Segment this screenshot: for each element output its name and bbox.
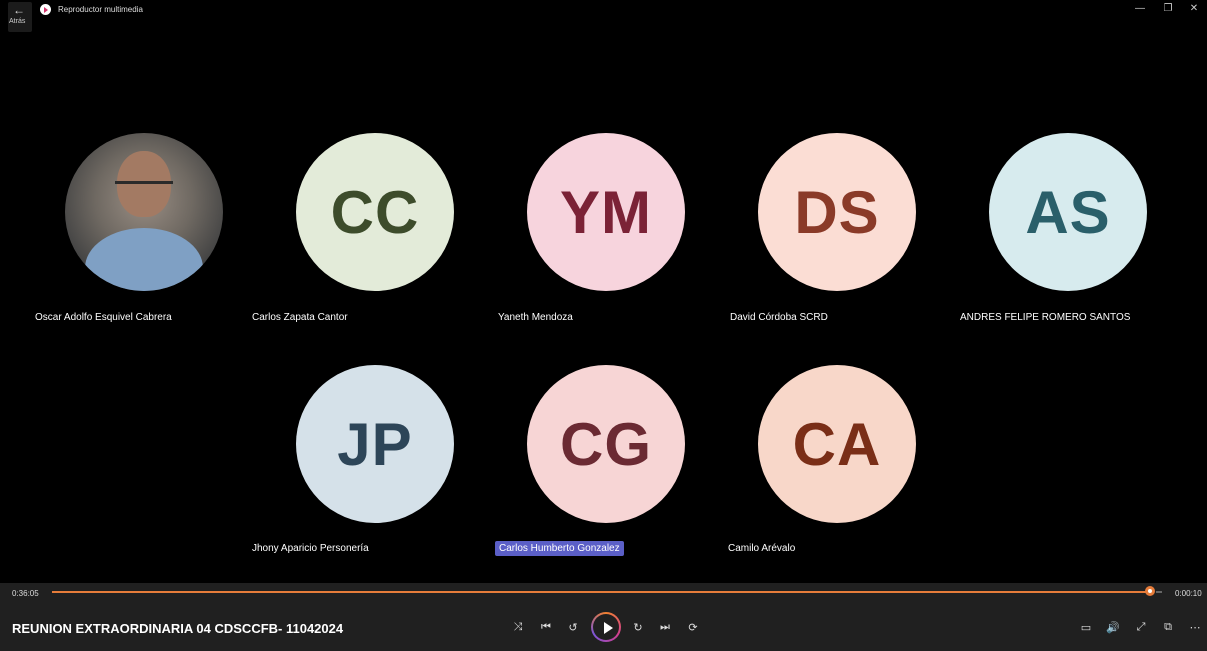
forward-icon[interactable]: ↻ (631, 621, 645, 634)
participant-avatar: JP (296, 365, 454, 523)
miniplayer-icon[interactable]: ⧉ (1161, 621, 1175, 634)
participant-tile: DS David Córdoba SCRD (713, 133, 945, 363)
participant-name: Camilo Arévalo (728, 543, 796, 554)
remaining-time: 0:00:10 (1175, 589, 1202, 598)
restore-button[interactable]: ❐ (1161, 3, 1175, 14)
participant-name: ANDRES FELIPE ROMERO SANTOS (960, 312, 1131, 323)
participant-tile: AS ANDRES FELIPE ROMERO SANTOS (944, 133, 1176, 363)
rewind-icon[interactable]: ↺ (566, 621, 580, 634)
play-icon (604, 622, 613, 634)
participant-tile: Oscar Adolfo Esquivel Cabrera (20, 133, 252, 363)
back-button[interactable]: ← Atrás (8, 2, 32, 32)
participant-name: Oscar Adolfo Esquivel Cabrera (35, 312, 172, 323)
minimize-button[interactable]: — (1133, 3, 1147, 14)
title-bar: ← Atrás Reproductor multimedia — ❐ ✕ (0, 0, 1207, 32)
app-title: Reproductor multimedia (58, 5, 143, 14)
seek-bar[interactable] (52, 591, 1148, 593)
media-player-icon (40, 4, 51, 15)
participant-tile: CC Carlos Zapata Cantor (251, 133, 483, 363)
back-label: Atrás (9, 18, 26, 25)
subtitles-icon[interactable]: ▭ (1079, 621, 1093, 634)
next-icon[interactable]: ⏭ (658, 621, 672, 634)
participant-tile: JP Jhony Aparicio Personería (251, 365, 483, 595)
participant-tile: CA Camilo Arévalo (713, 365, 945, 595)
participant-name: Carlos Zapata Cantor (252, 312, 348, 323)
media-title: REUNION EXTRAORDINARIA 04 CDSCCFB- 11042… (12, 621, 344, 636)
play-button[interactable] (591, 612, 621, 642)
repeat-icon[interactable]: ⟳ (686, 621, 700, 634)
current-time: 0:36:05 (12, 589, 39, 598)
participant-name: David Córdoba SCRD (730, 312, 828, 323)
participant-tile: CG Carlos Humberto Gonzalez (482, 365, 714, 595)
participant-video (65, 133, 223, 291)
participant-avatar: AS (989, 133, 1147, 291)
participant-name: Yaneth Mendoza (498, 312, 573, 323)
participant-avatar: YM (527, 133, 685, 291)
participant-avatar: DS (758, 133, 916, 291)
active-speaker-name: Carlos Humberto Gonzalez (495, 541, 624, 556)
seek-bar-remaining (1156, 591, 1162, 593)
back-arrow-icon: ← (13, 3, 25, 17)
player-controls: 0:36:05 0:00:10 REUNION EXTRAORDINARIA 0… (0, 583, 1207, 651)
previous-icon[interactable]: ⏮ (539, 621, 553, 634)
more-icon[interactable]: ⋯ (1188, 621, 1202, 634)
fullscreen-icon[interactable]: ⤢ (1134, 621, 1148, 634)
participant-avatar: CC (296, 133, 454, 291)
participant-tile: YM Yaneth Mendoza (482, 133, 714, 363)
shuffle-icon[interactable]: ⤨ (511, 621, 525, 634)
volume-icon[interactable]: 🔊 (1106, 621, 1120, 634)
close-button[interactable]: ✕ (1187, 3, 1201, 14)
participant-name: Jhony Aparicio Personería (252, 543, 369, 554)
seek-thumb[interactable] (1145, 586, 1155, 596)
participant-avatar: CG (527, 365, 685, 523)
participant-avatar: CA (758, 365, 916, 523)
